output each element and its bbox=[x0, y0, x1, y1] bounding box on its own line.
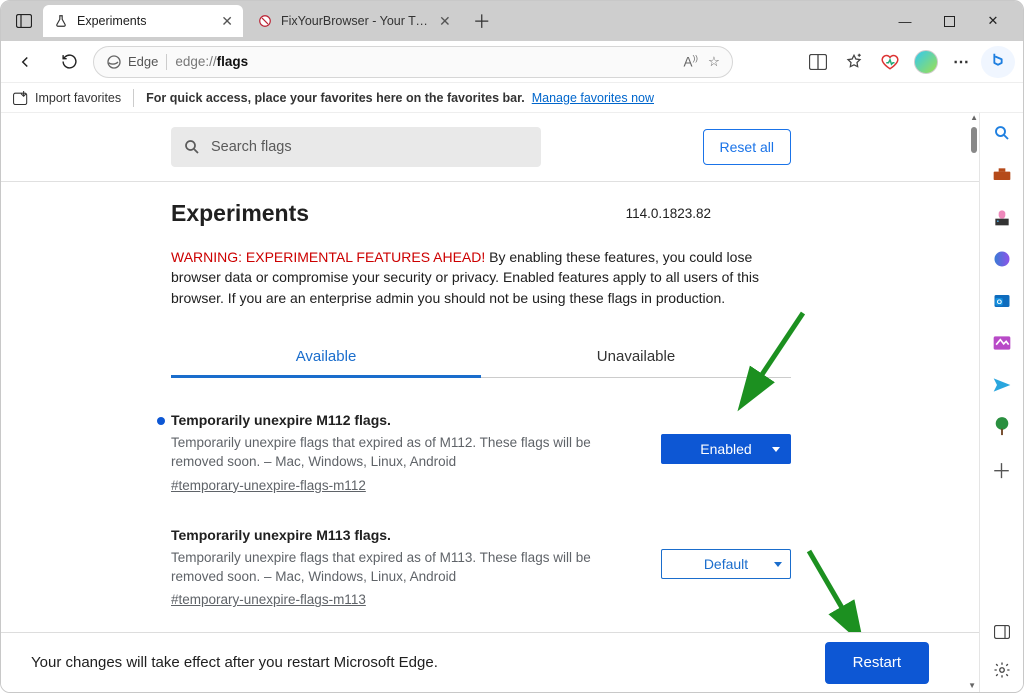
nav-toolbar: Edge edge://flags A)) ☆ ⋯ bbox=[1, 41, 1023, 83]
flag-hash-link[interactable]: #temporary-unexpire-flags-m112 bbox=[171, 478, 366, 493]
titlebar: Experiments ✕ FixYourBrowser - Your Trus… bbox=[1, 1, 1023, 41]
reset-all-button[interactable]: Reset all bbox=[703, 129, 791, 165]
search-flags-input[interactable]: Search flags bbox=[171, 127, 541, 167]
tab-title: FixYourBrowser - Your Trusted Gu bbox=[281, 14, 431, 28]
office-sidebar-icon[interactable] bbox=[990, 247, 1014, 271]
scroll-down-arrow[interactable]: ▼ bbox=[968, 681, 976, 690]
maximize-button[interactable] bbox=[927, 1, 971, 41]
favorite-star-icon[interactable]: ☆ bbox=[708, 54, 720, 70]
tab-title: Experiments bbox=[77, 14, 146, 28]
address-badge-text: Edge bbox=[128, 54, 158, 69]
restart-button-label: Restart bbox=[853, 654, 901, 671]
flag-description: Temporarily unexpire flags that expired … bbox=[171, 434, 611, 472]
scrollbar-thumb[interactable] bbox=[971, 127, 977, 153]
sidebar-toggle-icon[interactable] bbox=[990, 620, 1014, 644]
tab-available-label: Available bbox=[296, 348, 357, 365]
import-favorites-button[interactable]: Import favorites bbox=[13, 91, 121, 105]
settings-sidebar-icon[interactable] bbox=[990, 658, 1014, 682]
address-bar[interactable]: Edge edge://flags A)) ☆ bbox=[93, 46, 733, 78]
url-scheme: edge:// bbox=[175, 54, 216, 69]
flag-hash-link[interactable]: #temporary-unexpire-flags-m113 bbox=[171, 592, 366, 607]
flag-title: Temporarily unexpire M112 flags. bbox=[171, 412, 791, 428]
site-favicon bbox=[257, 13, 273, 29]
games-sidebar-icon[interactable] bbox=[990, 205, 1014, 229]
url-path: flags bbox=[217, 54, 249, 69]
flag-select[interactable]: Enabled bbox=[661, 434, 791, 464]
close-icon[interactable]: ✕ bbox=[221, 13, 233, 30]
tab-actions-button[interactable] bbox=[9, 6, 39, 36]
edge-sidebar: O ＋ bbox=[979, 113, 1023, 692]
flag-select[interactable]: Default bbox=[661, 549, 791, 579]
import-icon bbox=[13, 91, 29, 105]
edge-icon bbox=[106, 54, 122, 70]
favorites-bar: Import favorites For quick access, place… bbox=[1, 83, 1023, 113]
search-sidebar-icon[interactable] bbox=[990, 121, 1014, 145]
profile-avatar[interactable] bbox=[909, 46, 943, 78]
warning-prefix: WARNING: EXPERIMENTAL FEATURES AHEAD! bbox=[171, 249, 485, 265]
split-screen-icon[interactable] bbox=[801, 46, 835, 78]
flag-item: Temporarily unexpire M112 flags. Tempora… bbox=[171, 412, 791, 493]
bing-chat-icon[interactable] bbox=[981, 46, 1015, 78]
restart-bar: Your changes will take effect after you … bbox=[1, 632, 979, 692]
tab-inactive[interactable]: FixYourBrowser - Your Trusted Gu ✕ bbox=[247, 5, 461, 37]
tab-unavailable[interactable]: Unavailable bbox=[481, 336, 791, 377]
health-icon[interactable] bbox=[873, 46, 907, 78]
search-icon bbox=[183, 138, 201, 156]
import-favorites-label: Import favorites bbox=[35, 91, 121, 105]
flag-select-value: Enabled bbox=[700, 441, 751, 457]
modified-dot-icon bbox=[157, 417, 165, 425]
back-button[interactable] bbox=[9, 46, 41, 78]
flask-icon bbox=[53, 13, 69, 29]
tab-unavailable-label: Unavailable bbox=[597, 348, 675, 365]
flag-description: Temporarily unexpire flags that expired … bbox=[171, 549, 611, 587]
scroll-up-arrow[interactable]: ▲ bbox=[970, 113, 978, 122]
close-window-button[interactable]: ✕ bbox=[971, 1, 1015, 41]
page-title: Experiments bbox=[171, 200, 309, 227]
favorites-icon[interactable] bbox=[837, 46, 871, 78]
flag-title: Temporarily unexpire M113 flags. bbox=[171, 527, 791, 543]
search-placeholder: Search flags bbox=[211, 139, 292, 155]
restart-message: Your changes will take effect after you … bbox=[31, 654, 438, 671]
outlook-sidebar-icon[interactable]: O bbox=[990, 289, 1014, 313]
tab-active[interactable]: Experiments ✕ bbox=[43, 5, 243, 37]
close-icon[interactable]: ✕ bbox=[439, 13, 451, 30]
app1-sidebar-icon[interactable] bbox=[990, 331, 1014, 355]
new-tab-button[interactable]: ＋ bbox=[467, 6, 497, 36]
restart-button[interactable]: Restart bbox=[825, 642, 929, 684]
tab-available[interactable]: Available bbox=[171, 336, 481, 377]
add-sidebar-icon[interactable]: ＋ bbox=[990, 457, 1014, 481]
menu-button[interactable]: ⋯ bbox=[945, 46, 979, 78]
warning-text: WARNING: EXPERIMENTAL FEATURES AHEAD! By… bbox=[171, 247, 791, 308]
version-label: 114.0.1823.82 bbox=[626, 206, 851, 221]
reset-label: Reset all bbox=[720, 139, 774, 155]
tools-sidebar-icon[interactable] bbox=[990, 163, 1014, 187]
minimize-button[interactable]: — bbox=[883, 1, 927, 41]
read-aloud-icon[interactable]: A)) bbox=[684, 54, 698, 70]
favorites-hint: For quick access, place your favorites h… bbox=[146, 91, 525, 105]
manage-favorites-link[interactable]: Manage favorites now bbox=[532, 91, 654, 105]
flag-item: Temporarily unexpire M113 flags. Tempora… bbox=[171, 527, 791, 608]
app3-sidebar-icon[interactable] bbox=[990, 415, 1014, 439]
svg-text:O: O bbox=[996, 299, 1001, 306]
app2-sidebar-icon[interactable] bbox=[990, 373, 1014, 397]
flag-select-value: Default bbox=[704, 556, 748, 572]
